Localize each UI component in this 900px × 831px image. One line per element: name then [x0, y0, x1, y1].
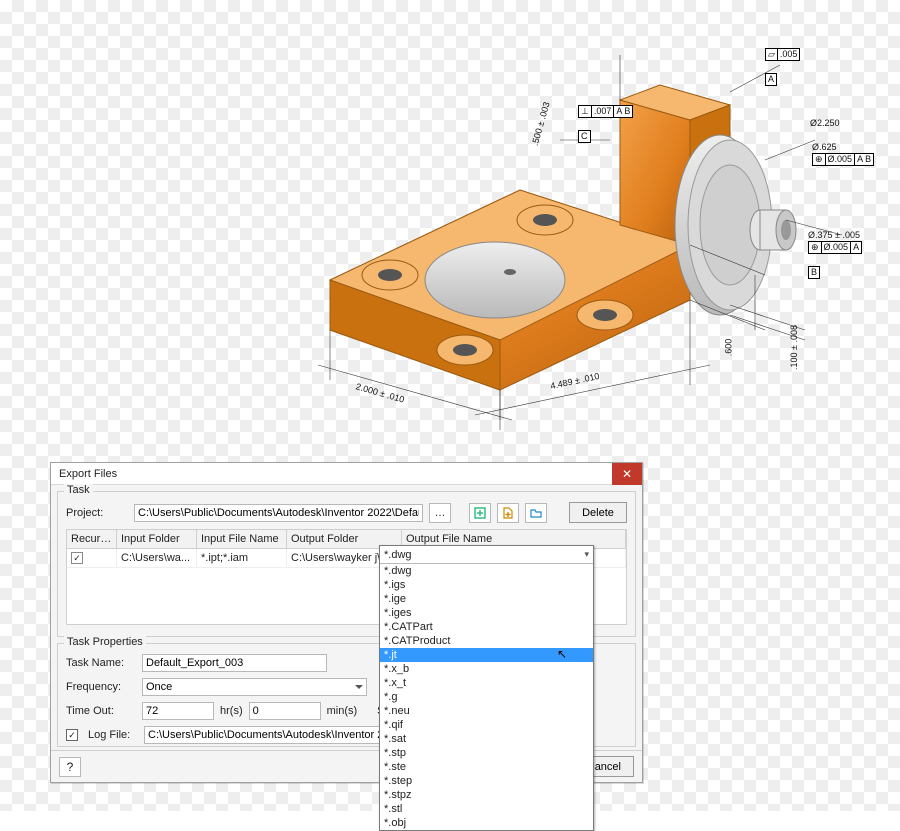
output-filetype-dropdown[interactable]: *.dwg ▾ *.dwg*.igs*.ige*.iges*.CATPart*.…	[379, 545, 594, 831]
logfile-checkbox[interactable]: ✓	[66, 729, 78, 741]
project-label: Project:	[66, 507, 128, 519]
bore-dia-dim: Ø2.250	[810, 118, 840, 129]
recursive-checkbox[interactable]: ✓	[71, 552, 83, 564]
add-task-button[interactable]	[469, 503, 491, 523]
logfile-label: Log File:	[88, 729, 138, 741]
timeout-label: Time Out:	[66, 705, 136, 717]
dropdown-option[interactable]: *.x_t	[380, 676, 593, 690]
logfile-path-input[interactable]	[144, 726, 384, 744]
task-group-legend: Task	[64, 484, 93, 496]
dropdown-option[interactable]: *.jt	[380, 648, 593, 662]
dropdown-option[interactable]: *.sat	[380, 732, 593, 746]
small-dia-dim: Ø.625 ⊕Ø.005A B	[812, 142, 874, 167]
stub-dia-dim: Ø.375 ± .005 ⊕Ø.005A B	[808, 230, 862, 280]
dropdown-option[interactable]: *.stpz	[380, 788, 593, 802]
dropdown-option[interactable]: *.neu	[380, 704, 593, 718]
dropdown-option[interactable]: *.stp	[380, 746, 593, 760]
add-file-button[interactable]	[497, 503, 519, 523]
dropdown-option[interactable]: *.qif	[380, 718, 593, 732]
cad-model-viewport: ⏥.005 A ⊥.007A B C .500 ± .003 Ø2.250 Ø.…	[260, 20, 880, 450]
cell-input-folder[interactable]: C:\Users\wa...	[117, 549, 197, 567]
hours-label: hr(s)	[220, 705, 243, 717]
help-button[interactable]: ?	[59, 757, 81, 777]
task-properties-legend: Task Properties	[64, 636, 146, 648]
dropdown-option[interactable]: *.step	[380, 774, 593, 788]
add-folder-button[interactable]	[525, 503, 547, 523]
col-input-filename[interactable]: Input File Name	[197, 530, 287, 548]
col-recursive[interactable]: Recurs...	[67, 530, 117, 548]
minutes-label: min(s)	[327, 705, 358, 717]
timeout-minutes-input[interactable]	[249, 702, 321, 720]
project-browse-button[interactable]: …	[429, 503, 451, 523]
task-name-label: Task Name:	[66, 657, 136, 669]
delete-button[interactable]: Delete	[569, 502, 627, 523]
dropdown-option[interactable]: *.g	[380, 690, 593, 704]
task-name-input[interactable]	[142, 654, 327, 672]
dropdown-option[interactable]: *.CATPart	[380, 620, 593, 634]
dropdown-current[interactable]: *.dwg ▾	[380, 546, 593, 564]
dropdown-list[interactable]: *.dwg*.igs*.ige*.iges*.CATPart*.CATProdu…	[380, 564, 593, 830]
dialog-titlebar[interactable]: Export Files ✕	[51, 463, 642, 485]
close-button[interactable]: ✕	[612, 463, 642, 485]
dropdown-option[interactable]: *.ste	[380, 760, 593, 774]
col-input-folder[interactable]: Input Folder	[117, 530, 197, 548]
dropdown-option[interactable]: *.igs	[380, 578, 593, 592]
dropdown-option[interactable]: *.x_b	[380, 662, 593, 676]
chevron-down-icon: ▾	[584, 549, 589, 560]
depth2-dim: .100 ± .008	[789, 325, 800, 370]
dropdown-option[interactable]: *.iges	[380, 606, 593, 620]
dialog-title: Export Files	[59, 468, 117, 480]
dropdown-option[interactable]: *.obj	[380, 816, 593, 830]
dropdown-option[interactable]: *.dwg	[380, 564, 593, 578]
perpendicularity-callout: ⊥.007A B C	[578, 105, 633, 144]
flatness-callout: ⏥.005 A	[765, 48, 800, 87]
dropdown-option[interactable]: *.ige	[380, 592, 593, 606]
depth1-dim: .600	[723, 339, 734, 357]
cell-input-filename[interactable]: *.ipt;*.iam	[197, 549, 287, 567]
project-path-input[interactable]	[134, 504, 423, 522]
timeout-hours-input[interactable]	[142, 702, 214, 720]
frequency-label: Frequency:	[66, 681, 136, 693]
frequency-select[interactable]: Once	[142, 678, 367, 696]
dropdown-option[interactable]: *.CATProduct	[380, 634, 593, 648]
dropdown-option[interactable]: *.stl	[380, 802, 593, 816]
